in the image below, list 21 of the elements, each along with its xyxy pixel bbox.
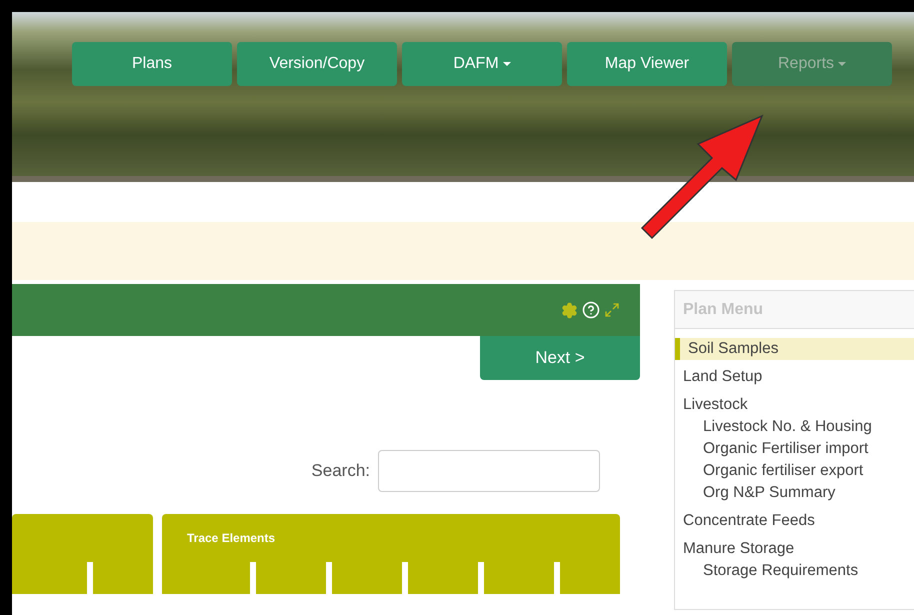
- menu-item[interactable]: Soil Samples: [675, 338, 914, 360]
- next-button[interactable]: Next >: [480, 336, 640, 380]
- submenu-item[interactable]: Organic fertiliser export: [675, 460, 914, 482]
- nav-button[interactable]: DAFM: [402, 42, 562, 86]
- menu-item[interactable]: Concentrate Feeds: [675, 510, 914, 532]
- submenu-item[interactable]: Livestock No. & Housing: [675, 416, 914, 438]
- nav-button[interactable]: Version/Copy: [237, 42, 397, 86]
- column-group-header: Trace Elements: [162, 514, 620, 594]
- submenu-item[interactable]: Org N&P Summary: [675, 482, 914, 504]
- help-icon[interactable]: [582, 301, 600, 319]
- submenu-item[interactable]: Storage Requirements: [675, 560, 914, 582]
- expand-icon[interactable]: [604, 302, 620, 318]
- menu-item[interactable]: Land Setup: [675, 366, 914, 388]
- search-label: Search:: [311, 460, 370, 482]
- menu-item[interactable]: Livestock: [675, 394, 914, 416]
- search-field[interactable]: [378, 450, 600, 492]
- submenu-item[interactable]: Organic Fertiliser import: [675, 438, 914, 460]
- menu-item[interactable]: Manure Storage: [675, 538, 914, 560]
- nav-button[interactable]: Map Viewer: [567, 42, 727, 86]
- settings-icon[interactable]: [561, 302, 578, 318]
- nav-button[interactable]: Plans: [72, 42, 232, 86]
